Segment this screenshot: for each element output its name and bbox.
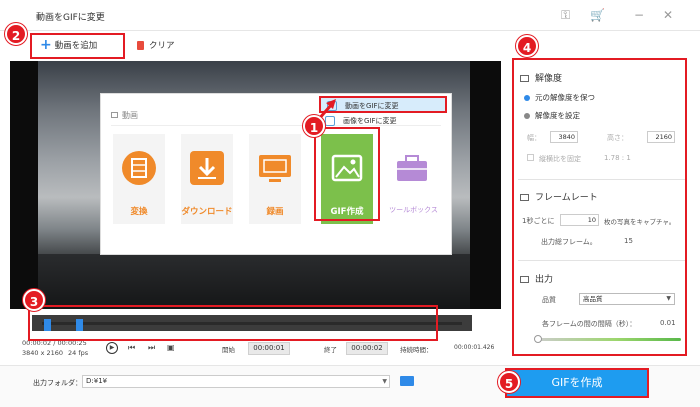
start-label: 開始 — [222, 346, 235, 354]
film-icon — [122, 151, 156, 185]
minimize-icon[interactable]: − — [634, 8, 644, 22]
divider — [518, 260, 686, 261]
prev-frame-icon[interactable]: ⏮ — [128, 343, 135, 353]
framerate-icon — [520, 194, 529, 201]
add-video-label: 動画を追加 — [54, 41, 98, 51]
annotation-badge-1: 1 — [303, 115, 325, 137]
timeline-track[interactable] — [32, 315, 472, 331]
frames-per-second-input[interactable]: 10 — [560, 214, 599, 226]
chevron-down-icon: ▼ — [382, 378, 387, 385]
quality-select[interactable]: 高品質 ▼ — [579, 293, 675, 305]
slider-knob[interactable] — [534, 335, 542, 343]
start-time-input[interactable]: 00:00:01 — [248, 342, 290, 355]
output-title: 出力 — [520, 272, 553, 285]
aspect-ratio-value: 1.78 : 1 — [604, 154, 631, 162]
duration-label: 持続時間： — [400, 346, 433, 354]
per-second-suffix: 枚の写真をキャプチャ。 — [604, 218, 676, 226]
resolution-title: 解像度 — [520, 71, 562, 84]
next-frame-icon[interactable]: ⏭ — [148, 343, 155, 353]
title-bar: 動画をGIFに変更 ⚿ 🛒 − ✕ — [0, 0, 700, 31]
close-icon[interactable]: ✕ — [663, 8, 673, 22]
annotation-badge-2: 2 — [5, 23, 27, 45]
toolbar: + 動画を追加 クリア — [0, 31, 700, 61]
resize-icon — [520, 75, 529, 82]
clear-label: クリア — [149, 41, 175, 51]
clear-button[interactable]: クリア — [137, 39, 175, 51]
total-frames-value: 15 — [624, 237, 633, 245]
settings-panel: 解像度 元の解像度を保つ 解像度を設定 幅： 3840 高さ： 2160 縦横比… — [512, 61, 690, 356]
window-title: 動画をGIFに変更 — [36, 13, 105, 23]
tile-record[interactable]: 録画 — [249, 134, 301, 224]
launcher-section-label: 動画 — [111, 110, 138, 121]
aspect-lock-label: 縦横比を固定 — [539, 155, 581, 163]
radio-unchecked-icon — [524, 112, 530, 119]
video-section-icon — [111, 112, 118, 118]
tile-convert-label: 変換 — [130, 207, 148, 217]
duration-value: 00:00:01.426 — [454, 344, 495, 351]
download-icon — [190, 151, 224, 185]
video-fps: 24 fps — [68, 349, 89, 357]
tile-toolbox-label: ツールボックス — [389, 206, 438, 214]
chevron-down-icon: ▼ — [666, 295, 671, 302]
folder-icon[interactable] — [400, 376, 414, 386]
tile-gif-maker[interactable]: GIF作成 — [321, 134, 373, 224]
tile-gif-maker-label: GIF作成 — [330, 207, 364, 217]
divider — [518, 179, 686, 180]
tile-download[interactable]: ダウンロード — [181, 134, 233, 224]
timeline-bar — [42, 322, 462, 325]
image-icon — [331, 154, 363, 182]
launcher-overlay: 動画 動画をGIFに変更 画像をGIFに変更 変換 ダウンロード 録画 GIF作… — [100, 93, 452, 255]
timeline: 00:00:02 / 00:00:25 3840 x 2160 24 fps ▶… — [10, 309, 501, 365]
interval-label: 各フレームの間の間隔（秒）： — [542, 320, 637, 328]
framerate-title: フレームレート — [520, 190, 598, 203]
trim-start-handle[interactable] — [44, 319, 51, 331]
per-second-label: 1秒ごとに — [522, 217, 555, 225]
create-gif-button[interactable]: GIFを作成 — [505, 368, 649, 398]
video-resolution: 3840 x 2160 — [22, 349, 64, 357]
width-input[interactable]: 3840 — [550, 131, 578, 143]
output-folder-select[interactable]: D:¥1¥ ▼ — [82, 375, 390, 388]
aspect-lock-checkbox[interactable] — [527, 154, 534, 161]
width-label: 幅： — [527, 134, 541, 142]
end-time-input[interactable]: 00:00:02 — [346, 342, 388, 355]
end-label: 終了 — [324, 346, 337, 354]
snapshot-icon[interactable]: ▣ — [167, 343, 175, 352]
interval-value: 0.01 — [660, 319, 676, 327]
output-folder-label: 出力フォルダ： — [33, 379, 82, 387]
keep-original-radio[interactable]: 元の解像度を保つ — [524, 92, 595, 103]
tile-record-label: 録画 — [266, 207, 284, 217]
playback-row: 00:00:02 / 00:00:25 3840 x 2160 24 fps ▶… — [10, 335, 501, 365]
annotation-badge-4: 4 — [516, 35, 538, 57]
height-input[interactable]: 2160 — [647, 131, 675, 143]
screen-record-icon — [259, 155, 291, 182]
set-resolution-radio[interactable]: 解像度を設定 — [524, 110, 580, 121]
plus-icon: + — [40, 37, 52, 53]
quality-label: 品質 — [542, 296, 556, 304]
tile-toolbox[interactable]: ツールボックス — [386, 134, 441, 224]
interval-slider[interactable] — [534, 335, 681, 343]
playback-position: 00:00:02 / 00:00:25 — [22, 339, 87, 347]
trim-end-handle[interactable] — [76, 319, 83, 331]
annotation-badge-5: 5 — [498, 371, 520, 393]
preview-ground — [38, 254, 470, 309]
radio-checked-icon — [524, 94, 530, 101]
cart-icon[interactable]: 🛒 — [590, 8, 605, 22]
play-icon[interactable]: ▶ — [106, 342, 118, 354]
total-frames-label: 出力総フレーム。 — [541, 238, 597, 246]
key-icon[interactable]: ⚿ — [561, 8, 570, 22]
tile-download-label: ダウンロード — [181, 207, 233, 217]
trash-icon — [137, 40, 144, 50]
output-icon — [520, 276, 529, 283]
height-label: 高さ： — [607, 134, 628, 142]
annotation-badge-3: 3 — [23, 289, 45, 311]
toolbox-icon — [397, 155, 427, 181]
add-video-button[interactable]: + 動画を追加 — [40, 37, 98, 53]
tile-convert[interactable]: 変換 — [113, 134, 165, 224]
